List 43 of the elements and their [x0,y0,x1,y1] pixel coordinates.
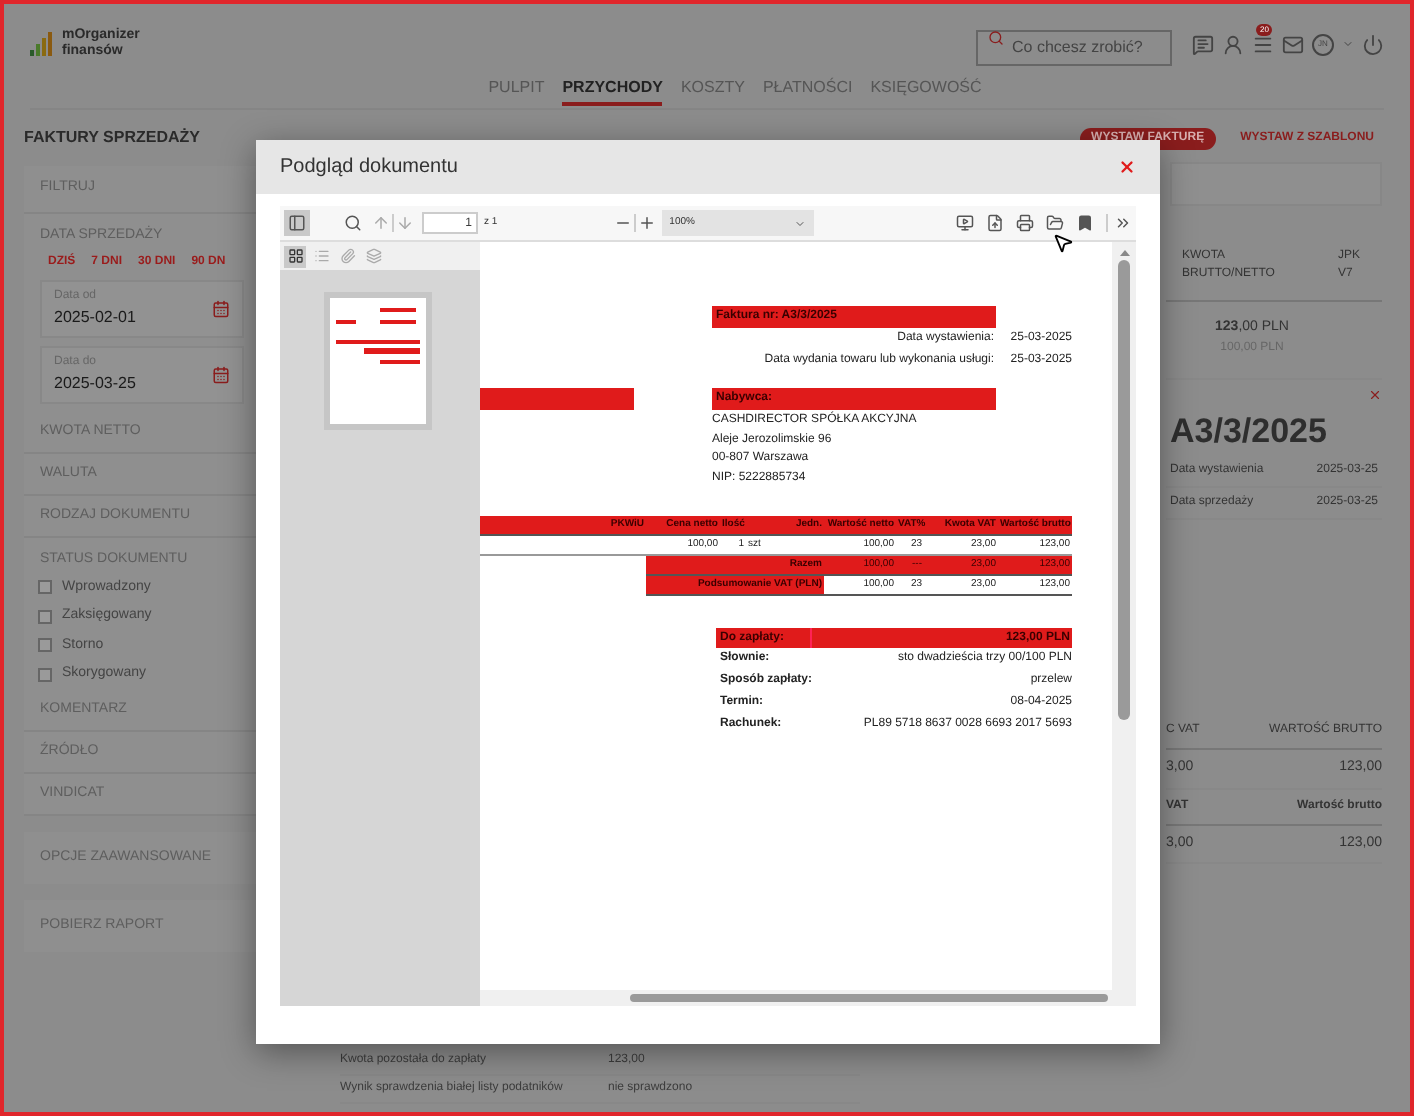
scroll-up-icon[interactable] [1119,250,1129,256]
checkbox[interactable] [38,667,52,682]
search-field[interactable]: Co chcesz zrobić? [976,29,1172,65]
sidebar-toggle[interactable] [284,210,310,236]
search-icon[interactable] [344,214,362,232]
paperclip-icon[interactable] [336,245,358,267]
caret-icon[interactable] [793,217,806,229]
close-icon[interactable] [1118,158,1136,176]
menu-icon[interactable] [1252,33,1274,55]
file-upload-icon[interactable] [986,214,1004,232]
close-icon[interactable] [1368,387,1382,401]
zoom-in-icon[interactable] [637,214,656,232]
power-icon[interactable] [1362,33,1384,55]
more-tools-icon[interactable] [1114,214,1132,232]
invoice-number: A3/3/2025 [1168,409,1329,453]
calendar-icon[interactable] [212,299,230,317]
horizontal-scrollbar[interactable] [480,990,1136,1006]
vertical-scrollbar[interactable] [1112,242,1136,990]
thumbnail-content-drawing [336,304,420,364]
search-icon[interactable] [988,30,1004,46]
date-field-value: 2025-03-25 [54,371,136,395]
page-thumbnail[interactable] [324,292,432,430]
user-circle-icon[interactable] [1222,33,1244,55]
mail-icon[interactable] [1282,33,1304,55]
arrow-down-icon[interactable] [396,214,414,232]
print-icon[interactable] [1016,214,1034,232]
checkbox[interactable] [38,580,52,595]
checkbox[interactable] [38,638,52,653]
page-title: FAKTURY SPRZEDAŻY [24,126,201,150]
date-field-value: 2025-02-01 [54,305,136,329]
caret-icon[interactable] [1342,38,1354,50]
checkbox[interactable] [38,609,52,624]
arrow-up-icon[interactable] [372,214,390,232]
bookmark-icon[interactable] [1076,214,1094,232]
dialog-title: Podgląd dokumentu [280,154,458,182]
chat-icon[interactable] [1192,33,1214,55]
presentation-icon[interactable] [956,214,974,232]
nav-tab[interactable]: PRZYCHODY [562,76,663,106]
layers-icon[interactable] [362,245,384,267]
logo-icon [30,30,58,58]
folder-icon[interactable] [1046,214,1064,232]
calendar-icon[interactable] [212,365,230,383]
grid-icon[interactable] [284,245,306,267]
